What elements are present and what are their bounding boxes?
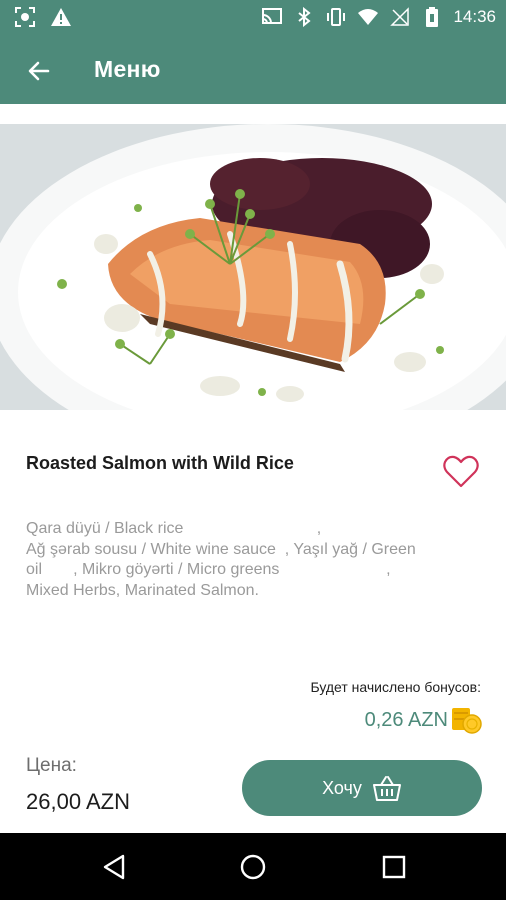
ingredients-line: Mixed Herbs, Marinated Salmon.	[26, 581, 259, 599]
cast-icon	[261, 6, 283, 28]
dish-title: Roasted Salmon with Wild Rice	[26, 453, 294, 473]
nav-recents-button[interactable]	[378, 851, 410, 883]
recents-square-icon	[382, 855, 406, 879]
favorite-button[interactable]	[442, 455, 480, 489]
ingredients-list: Qara düyü / Black rice , Ağ şərab sousu …	[26, 519, 466, 601]
vibrate-icon	[325, 6, 347, 28]
clock: 14:36	[453, 7, 496, 26]
app-bar: Меню	[0, 36, 506, 104]
bluetooth-icon	[293, 6, 315, 28]
back-triangle-icon	[103, 854, 125, 880]
basket-icon	[372, 776, 401, 801]
nav-back-button[interactable]	[98, 851, 130, 883]
back-button[interactable]	[22, 54, 56, 88]
bonus-value: 0,26 AZN	[364, 708, 448, 731]
want-button[interactable]: Хочу	[242, 760, 482, 816]
battery-icon	[421, 6, 443, 28]
ingredients-line: Ağ şərab sousu / White wine sauce , Yaşı…	[26, 540, 416, 558]
ingredients-line: Qara düyü / Black rice ,	[26, 520, 322, 537]
status-bar: 14:36	[0, 0, 506, 36]
screen-record-icon	[14, 6, 36, 28]
nav-home-button[interactable]	[237, 851, 269, 883]
dish-photo	[0, 124, 506, 410]
page-title: Меню	[94, 56, 161, 82]
warning-icon	[50, 6, 72, 28]
wifi-icon	[357, 6, 379, 28]
system-nav-bar	[0, 833, 506, 900]
price-value: 26,00 AZN	[26, 789, 130, 814]
no-signal-icon	[389, 6, 411, 28]
want-button-label: Хочу	[322, 777, 362, 798]
price-label: Цена:	[26, 755, 77, 776]
heart-outline-icon	[443, 455, 479, 488]
coins-icon	[450, 704, 482, 736]
bonus-row: 0,26 AZN	[365, 704, 482, 736]
home-circle-icon	[240, 854, 266, 880]
bonus-label: Будет начислено бонусов:	[310, 679, 481, 695]
arrow-left-icon	[28, 61, 50, 81]
ingredients-line: oil , Mikro göyərti / Micro greens ,	[26, 561, 391, 578]
